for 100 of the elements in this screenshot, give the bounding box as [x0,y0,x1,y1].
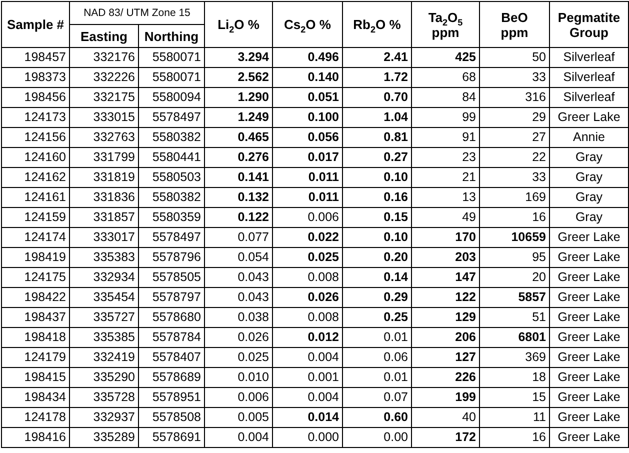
table-cell: Gray [550,188,628,208]
table-cell: Gray [550,148,628,168]
table-cell: 127 [412,348,480,368]
table-cell: 99 [412,108,480,128]
table-cell: 0.012 [272,328,342,348]
table-cell: 0.16 [342,188,412,208]
table-cell: 0.008 [272,308,342,328]
table-cell: 198457 [2,48,70,68]
table-cell: 332934 [70,268,138,288]
table-cell: 198437 [2,308,70,328]
table-cell: 0.051 [272,88,342,108]
column-group-header: NAD 83/ UTM Zone 15 [70,2,204,24]
table-cell: 0.008 [272,268,342,288]
table-cell: 11 [480,408,550,428]
table-cell: 95 [480,248,550,268]
table-cell: 124162 [2,168,70,188]
table-cell: 198456 [2,88,70,108]
table-cell: 0.132 [204,188,272,208]
table-cell: 84 [412,88,480,108]
table-cell: 0.276 [204,148,272,168]
table-cell: 331857 [70,208,138,228]
table-cell: 20 [480,268,550,288]
table-cell: 199 [412,388,480,408]
table-cell: 18 [480,368,550,388]
table-cell: 331836 [70,188,138,208]
table-cell: 124160 [2,148,70,168]
table-cell: 5578497 [138,108,204,128]
table-cell: Greer Lake [550,228,628,248]
table-cell: Greer Lake [550,288,628,308]
table-cell: 0.141 [204,168,272,188]
column-header: Li$_{2}$O % [204,2,272,48]
table-cell: 5580503 [138,168,204,188]
table-cell: 0.043 [204,288,272,308]
table-cell: 332937 [70,408,138,428]
table-cell: 0.100 [272,108,342,128]
table-cell: 16 [480,208,550,228]
table-cell: 124159 [2,208,70,228]
table-cell: 335454 [70,288,138,308]
table-cell: 5578505 [138,268,204,288]
table-cell: 198434 [2,388,70,408]
column-header: Pegmatite Group [550,2,628,48]
table-cell: 5580071 [138,68,204,88]
table-cell: 198418 [2,328,70,348]
table-cell: 0.017 [272,148,342,168]
column-header: Ta$_{2}$O$_{5}$ ppm [412,2,480,48]
table-cell: 198416 [2,428,70,448]
table-cell: 5578797 [138,288,204,308]
table-cell: 23 [412,148,480,168]
table-cell: 0.054 [204,248,272,268]
table-cell: 1.249 [204,108,272,128]
table-cell: 5580382 [138,188,204,208]
table-cell: 198373 [2,68,70,88]
table-cell: Greer Lake [550,408,628,428]
table-cell: 0.025 [204,348,272,368]
table-cell: Greer Lake [550,348,628,368]
table-cell: 0.14 [342,268,412,288]
table-cell: 147 [412,268,480,288]
table-cell: 5578691 [138,428,204,448]
table-cell: 0.70 [342,88,412,108]
table-cell: 5578689 [138,368,204,388]
table-cell: 0.077 [204,228,272,248]
table-cell: 0.496 [272,48,342,68]
table-cell: 206 [412,328,480,348]
table-cell: 331799 [70,148,138,168]
table-cell: 0.140 [272,68,342,88]
table-cell: 5578497 [138,228,204,248]
column-header: BeO ppm [480,2,550,48]
table-cell: 124173 [2,108,70,128]
table-cell: 369 [480,348,550,368]
table-cell: Gray [550,168,628,188]
table-cell: 3.294 [204,48,272,68]
table-cell: Silverleaf [550,48,628,68]
table-cell: 335727 [70,308,138,328]
table-cell: 0.60 [342,408,412,428]
table-cell: 5578784 [138,328,204,348]
table-cell: 335289 [70,428,138,448]
table-cell: 0.29 [342,288,412,308]
table-cell: 13 [412,188,480,208]
table-cell: 203 [412,248,480,268]
table-cell: 0.25 [342,308,412,328]
table-cell: Greer Lake [550,108,628,128]
table-cell: Gray [550,208,628,228]
table-cell: 335385 [70,328,138,348]
table-cell: 0.005 [204,408,272,428]
table-cell: 0.10 [342,168,412,188]
table-cell: 51 [480,308,550,328]
table-cell: 0.006 [272,208,342,228]
table-cell: 124179 [2,348,70,368]
table-cell: 0.07 [342,388,412,408]
table-cell: 0.026 [204,328,272,348]
table-cell: 40 [412,408,480,428]
table-cell: 124174 [2,228,70,248]
table-cell: 0.011 [272,168,342,188]
table-cell: 10659 [480,228,550,248]
column-header: Cs$_{2}$O % [272,2,342,48]
table-cell: 2.562 [204,68,272,88]
table-cell: 0.010 [204,368,272,388]
table-cell: 2.41 [342,48,412,68]
table-cell: 0.00 [342,428,412,448]
table-cell: 124156 [2,128,70,148]
